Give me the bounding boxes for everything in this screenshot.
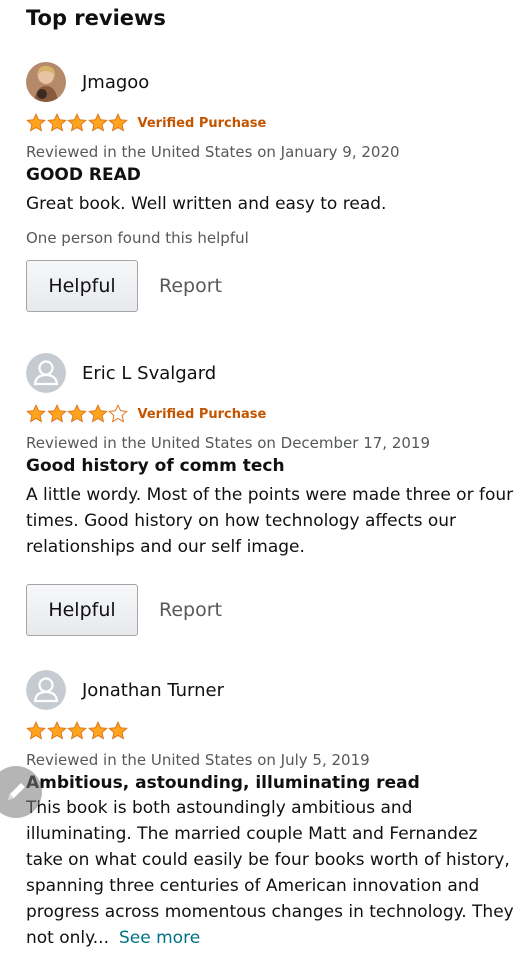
star-filled-icon	[67, 404, 87, 423]
reviewer-name: Jonathan Turner	[82, 679, 225, 701]
star-filled-icon	[26, 404, 46, 423]
helpful-count: One person found this helpful	[26, 229, 249, 247]
report-link[interactable]: Report	[159, 599, 222, 621]
review-actions: Helpful Report	[26, 584, 516, 636]
star-filled-icon	[26, 113, 46, 132]
review-date: Reviewed in the United States on July 5,…	[26, 751, 370, 769]
rating-row	[26, 720, 516, 742]
review-card: Jmagoo Verified Purchase Reviewed in the…	[26, 62, 516, 312]
review-body: Great book. Well written and easy to rea…	[26, 194, 387, 214]
review-title[interactable]: Ambitious, astounding, illuminating read	[26, 773, 516, 793]
rating-row: Verified Purchase	[26, 112, 516, 134]
reviewer-avatar	[26, 62, 66, 102]
reviewer-name: Jmagoo	[82, 71, 150, 93]
star-filled-icon	[87, 721, 108, 740]
star-filled-icon	[67, 721, 87, 740]
rating-row: Verified Purchase	[26, 403, 516, 425]
section-title: Top reviews	[26, 6, 166, 30]
reviewer-avatar	[26, 353, 66, 393]
helpful-button[interactable]: Helpful	[26, 260, 138, 312]
reviewer-avatar	[26, 670, 66, 710]
star-filled-icon	[87, 404, 108, 423]
reviewer-name: Eric L Svalgard	[82, 362, 217, 384]
star-filled-icon	[108, 721, 128, 740]
pencil-icon	[8, 783, 25, 800]
star-empty-icon	[108, 404, 128, 423]
star-rating[interactable]	[26, 113, 129, 133]
reviewer[interactable]: Eric L Svalgard	[26, 353, 516, 393]
star-filled-icon	[26, 721, 46, 740]
review-date: Reviewed in the United States on Decembe…	[26, 434, 431, 452]
helpful-button[interactable]: Helpful	[26, 584, 138, 636]
review-title[interactable]: Good history of comm tech	[26, 456, 516, 476]
review-body: This book is both astoundingly ambitious…	[26, 795, 516, 951]
review-actions: Helpful Report	[26, 260, 516, 312]
star-filled-icon	[46, 113, 67, 132]
see-more-link[interactable]: See more	[119, 928, 200, 948]
review-date: Reviewed in the United States on January…	[26, 143, 400, 161]
reviewer[interactable]: Jonathan Turner	[26, 670, 516, 710]
star-filled-icon	[46, 721, 67, 740]
star-filled-icon	[87, 113, 108, 132]
verified-purchase-badge: Verified Purchase	[137, 406, 267, 422]
review-card: Eric L Svalgard Verified Purchase Review…	[26, 353, 516, 636]
verified-purchase-badge: Verified Purchase	[137, 115, 267, 131]
star-filled-icon	[46, 404, 67, 423]
review-card: Jonathan Turner Reviewed in the United S…	[26, 670, 516, 951]
reviewer[interactable]: Jmagoo	[26, 62, 516, 102]
star-rating[interactable]	[26, 721, 129, 741]
report-link[interactable]: Report	[159, 275, 222, 297]
review-body-text: This book is both astoundingly ambitious…	[26, 798, 514, 948]
star-filled-icon	[108, 113, 128, 132]
review-title[interactable]: GOOD READ	[26, 165, 516, 185]
star-rating[interactable]	[26, 404, 129, 424]
star-filled-icon	[67, 113, 87, 132]
review-body: A little wordy. Most of the points were …	[26, 485, 514, 557]
